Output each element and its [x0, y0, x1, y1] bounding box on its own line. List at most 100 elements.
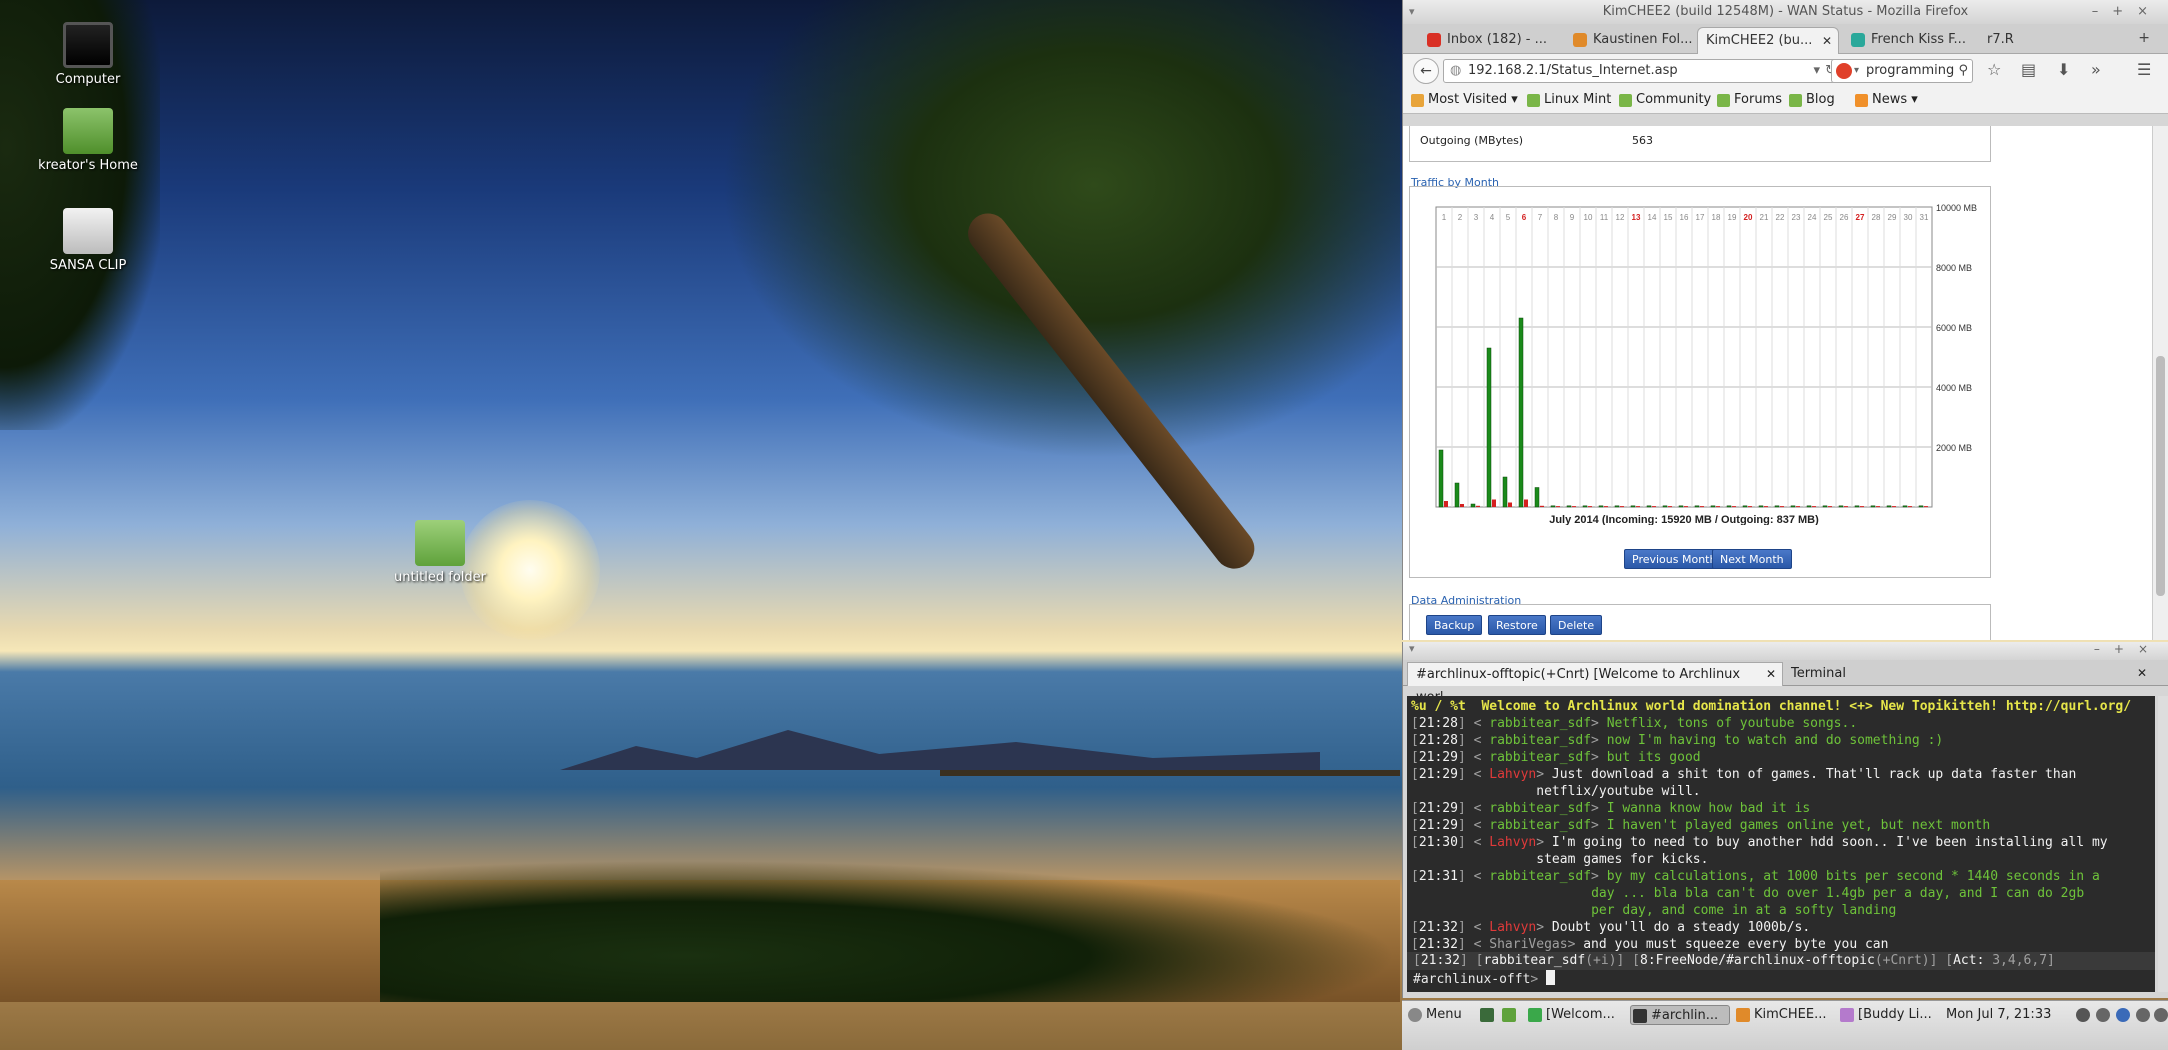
task-label: [Buddy Li... — [1858, 1007, 1932, 1022]
message-text: now I'm having to watch and do something… — [1606, 733, 1944, 748]
incoming-bar — [1886, 505, 1892, 508]
desktop-icon-computer[interactable]: Computer — [13, 22, 163, 87]
menu-icon[interactable]: ☰ — [2137, 60, 2151, 79]
wallpaper-mountains — [560, 730, 1320, 770]
star-icon[interactable]: ☆ — [1987, 60, 2001, 79]
delete-button[interactable]: Delete — [1550, 615, 1603, 635]
url-bar[interactable]: ◍ 192.168.2.1/Status_Internet.asp ▾ ↻ — [1443, 59, 1841, 83]
window-controls[interactable]: –+× — [2094, 642, 2162, 656]
incoming-bar — [1454, 482, 1460, 508]
day-label: 13 — [1632, 213, 1641, 222]
desktop-icon-untitled-folder[interactable]: untitled folder — [365, 520, 515, 585]
bookmarks-toolbar: Most Visited ▾ Linux Mint Community Foru… — [1403, 88, 2168, 114]
close-tab-icon[interactable]: ✕ — [1822, 28, 1832, 54]
irc-screen[interactable]: %u / %t Welcome to Archlinux world domin… — [1407, 696, 2155, 992]
outgoing-bar — [1604, 506, 1608, 508]
bookmark-blog[interactable]: Blog — [1789, 92, 1835, 107]
outgoing-bar — [1764, 506, 1768, 508]
task-welcome[interactable]: [Welcom... — [1526, 1005, 1626, 1025]
close-tab-icon[interactable]: ✕ — [2137, 662, 2147, 685]
irc-input[interactable]: #archlinux-offt> — [1413, 970, 1556, 990]
message-time: 21:28 — [1418, 733, 1458, 748]
bookmark-community[interactable]: Community — [1619, 92, 1711, 107]
outgoing-bar — [1908, 506, 1912, 508]
bookmark-news[interactable]: News ▾ — [1855, 92, 1918, 107]
back-icon[interactable]: ← — [1413, 58, 1439, 84]
firefox-titlebar[interactable]: ▾ KimCHEE2 (build 12548M) - WAN Status -… — [1403, 0, 2168, 24]
bookmarks-icon[interactable]: ▤ — [2021, 60, 2036, 79]
status-activity: 3,4,6,7 — [1992, 953, 2048, 968]
incoming-bar — [1550, 505, 1556, 508]
message-time: 21:30 — [1418, 835, 1458, 850]
desktop-icon-home[interactable]: kreator's Home — [13, 108, 163, 173]
task-buddy-list[interactable]: [Buddy Li... — [1838, 1005, 1942, 1025]
launcher-terminal[interactable] — [1478, 1005, 1498, 1025]
task-archlinux[interactable]: #archlin... — [1630, 1005, 1730, 1025]
day-label: 24 — [1808, 213, 1817, 222]
tab-kaustinen[interactable]: Kaustinen Fol... — [1567, 27, 1703, 54]
window-controls[interactable]: –+× — [2092, 0, 2162, 24]
scrollbar-thumb[interactable] — [2156, 356, 2165, 596]
tab-french-kiss[interactable]: French Kiss F... — [1845, 27, 1985, 54]
launcher-files[interactable] — [1500, 1005, 1520, 1025]
firefox-window: ▾ KimCHEE2 (build 12548M) - WAN Status -… — [1402, 0, 2168, 640]
network-icon[interactable] — [2096, 1008, 2110, 1022]
outgoing-bar — [1828, 506, 1832, 508]
info-icon[interactable] — [2116, 1008, 2130, 1022]
day-label: 31 — [1920, 213, 1929, 222]
new-tab-icon[interactable]: + — [2138, 30, 2150, 46]
terminal-titlebar[interactable]: ▾ –+× — [1403, 642, 2168, 660]
search-icon[interactable]: ⚲ — [1958, 60, 1968, 82]
dropdown-icon[interactable]: ▾ — [1813, 60, 1820, 82]
desktop-icon-label: Computer — [55, 72, 121, 87]
tab-r7r[interactable]: r7.R — [1979, 27, 2069, 54]
message-time: 21:29 — [1418, 801, 1458, 816]
tab-label: r7.R — [1987, 32, 2014, 47]
terminal-icon — [1633, 1009, 1647, 1023]
tools-icon[interactable] — [2154, 1008, 2168, 1022]
y-tick-label: 10000 MB — [1936, 203, 1977, 213]
search-box[interactable]: ▾ programming ⚲ — [1831, 59, 1973, 83]
status-time: 21:32 — [1420, 953, 1460, 968]
page-scrollbar[interactable] — [2152, 126, 2168, 640]
outgoing-bar — [1636, 506, 1640, 508]
previous-month-button[interactable]: Previous Month — [1624, 549, 1725, 569]
clock[interactable]: Mon Jul 7, 21:33 — [1946, 1005, 2051, 1025]
restore-button[interactable]: Restore — [1488, 615, 1546, 635]
overflow-icon[interactable]: » — [2091, 60, 2101, 79]
message-nick: Lahvyn — [1489, 835, 1537, 850]
chat-icon[interactable] — [2076, 1008, 2090, 1022]
desktop-icon-label: kreator's Home — [38, 158, 138, 173]
message-time: 21:31 — [1418, 869, 1458, 884]
tab-kimchee2[interactable]: KimCHEE2 (bu... ✕ — [1697, 27, 1839, 54]
window-menu-icon[interactable]: ▾ — [1409, 642, 1415, 655]
next-month-button[interactable]: Next Month — [1712, 549, 1792, 569]
tab-terminal[interactable]: Terminal ✕ — [1783, 662, 2153, 686]
downloads-icon[interactable]: ⬇ — [2057, 60, 2070, 79]
pidgin-icon — [1840, 1008, 1854, 1022]
tab-label: KimCHEE2 (bu... — [1706, 33, 1813, 48]
bookmark-label: Blog — [1806, 92, 1835, 107]
day-label: 11 — [1600, 213, 1609, 222]
menu-button[interactable]: Menu — [1406, 1005, 1476, 1025]
backup-button[interactable]: Backup — [1426, 615, 1483, 635]
message-time: 21:32 — [1418, 937, 1458, 952]
bookmark-linux-mint[interactable]: Linux Mint — [1527, 92, 1611, 107]
terminal-scrollbar[interactable] — [2158, 696, 2168, 992]
outgoing-bar — [1844, 506, 1848, 508]
volume-icon[interactable] — [2136, 1008, 2150, 1022]
tab-inbox[interactable]: Inbox (182) - ... — [1421, 27, 1559, 54]
admin-box: Backup Restore Delete — [1409, 604, 1991, 640]
task-kimchee[interactable]: KimCHEE... — [1734, 1005, 1834, 1025]
bookmark-forums[interactable]: Forums — [1717, 92, 1782, 107]
close-tab-icon[interactable]: ✕ — [1766, 663, 1776, 686]
tab-irc[interactable]: #archlinux-offtopic(+Cnrt) [Welcome to A… — [1407, 662, 1783, 705]
url-text: 192.168.2.1/Status_Internet.asp — [1468, 63, 1678, 78]
desktop-icon-sansa-clip[interactable]: SANSA CLIP — [13, 208, 163, 273]
message-nick: Lahvyn — [1489, 767, 1537, 782]
window-menu-icon[interactable]: ▾ — [1409, 0, 1415, 24]
message-text: but its good — [1606, 750, 1701, 765]
search-engine-icon[interactable] — [1836, 63, 1852, 79]
bookmark-most-visited[interactable]: Most Visited ▾ — [1411, 92, 1518, 107]
incoming-bar — [1598, 505, 1604, 508]
